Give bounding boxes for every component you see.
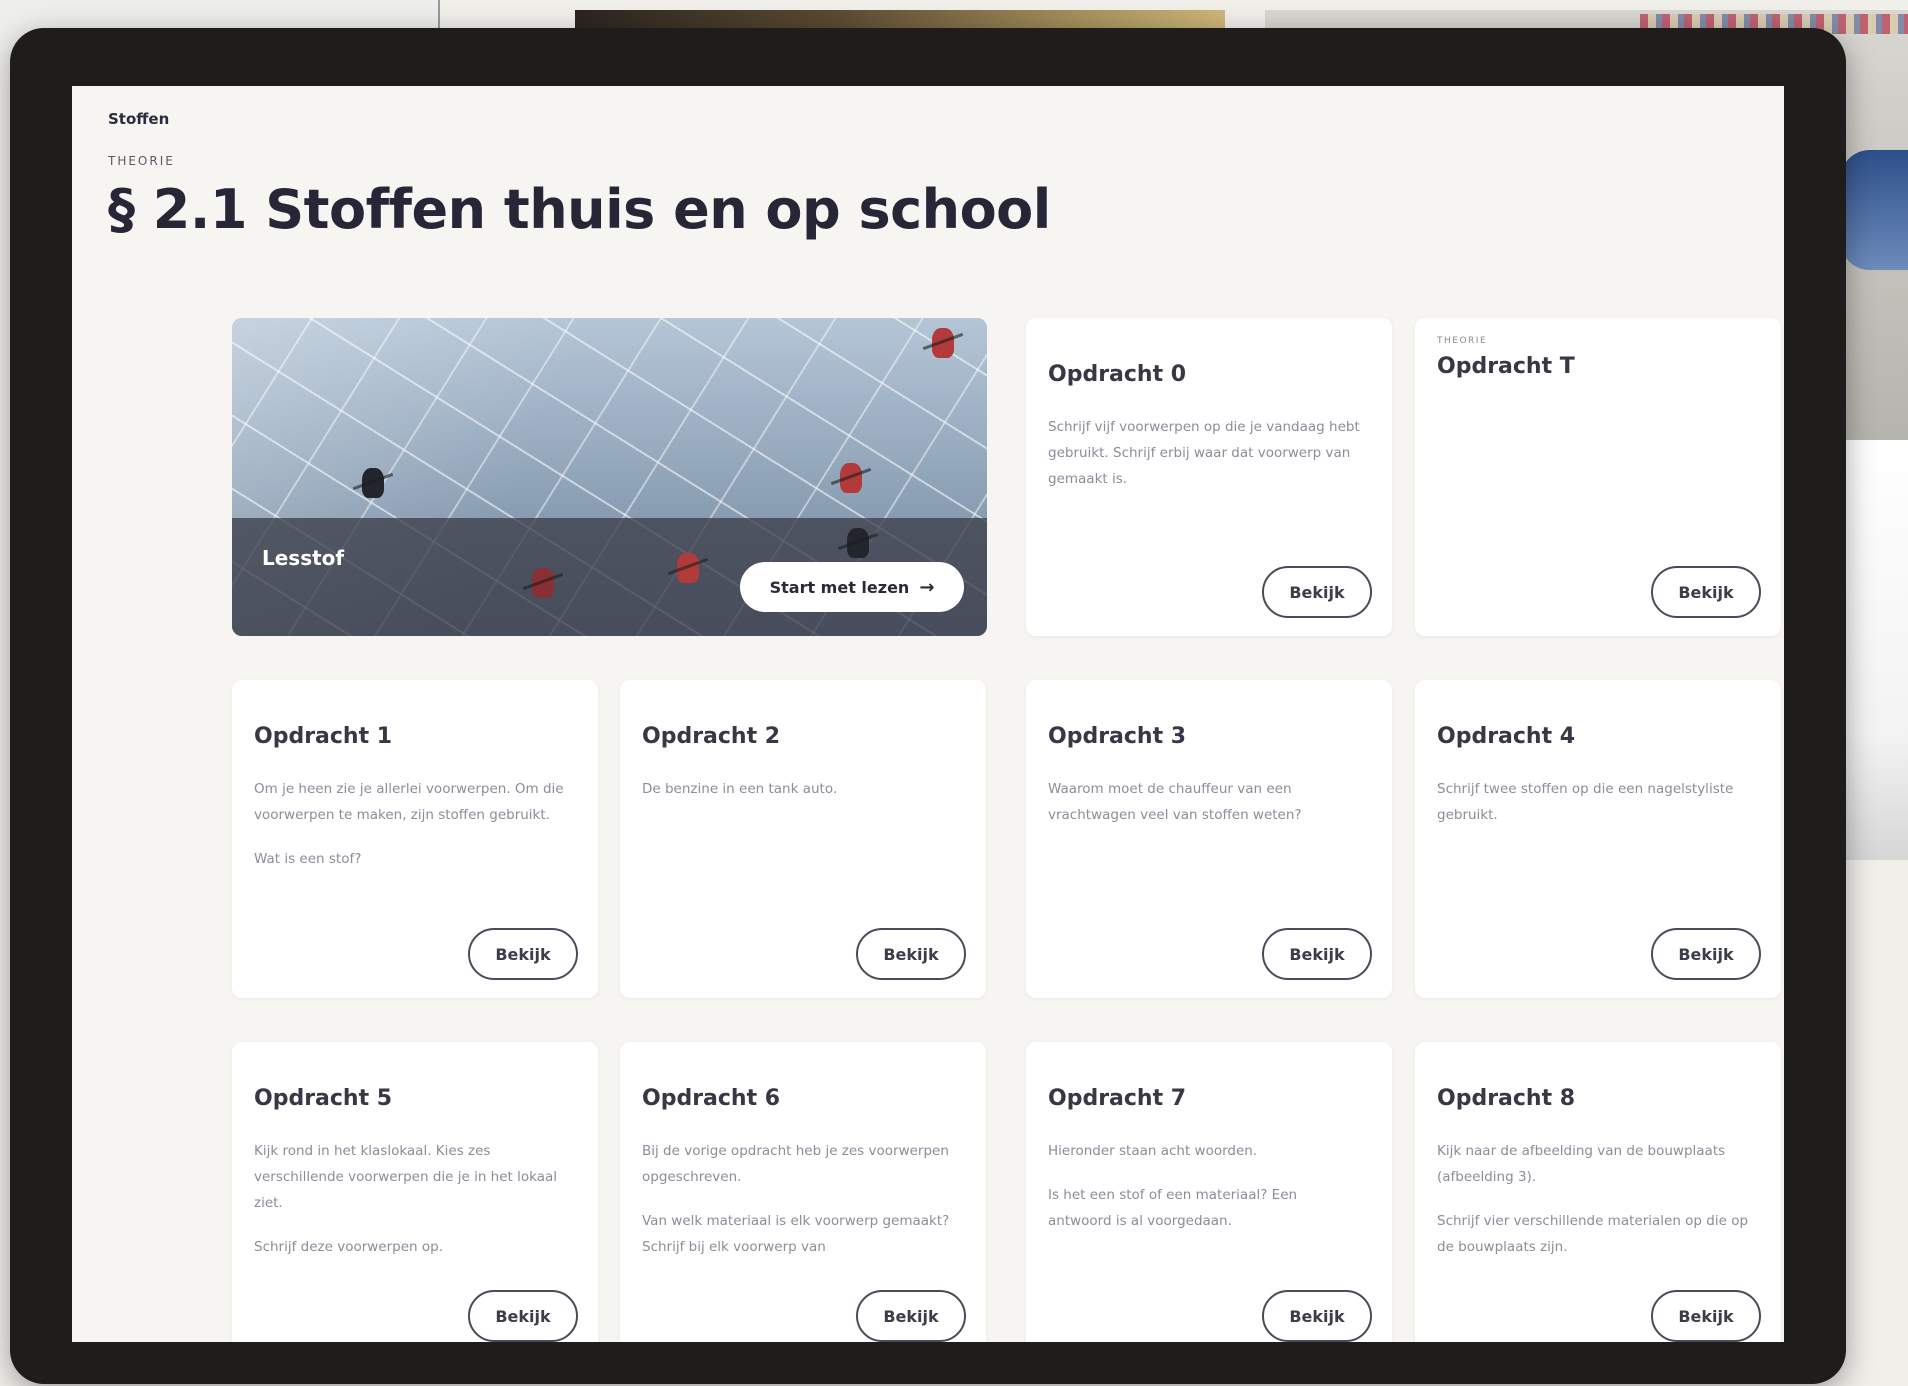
card-title: Opdracht 3 — [1048, 724, 1187, 749]
tablet-screen: Stoffen THEORIE § 2.1 Stoffen thuis en o… — [72, 86, 1784, 1342]
card-title: Opdracht 5 — [254, 1086, 393, 1111]
card-title: Opdracht 8 — [1437, 1086, 1576, 1111]
opdracht-card[interactable]: Opdracht 8 Kijk naar de afbeelding van d… — [1415, 1042, 1781, 1342]
bekijk-button[interactable]: Bekijk — [856, 1290, 966, 1342]
card-title: Opdracht 1 — [254, 724, 393, 749]
card-paragraph: Schrijf twee stoffen op die een nagelsty… — [1437, 781, 1734, 823]
bekijk-button[interactable]: Bekijk — [1651, 928, 1761, 980]
bekijk-button[interactable]: Bekijk — [468, 1290, 578, 1342]
card-description: De benzine in een tank auto. — [642, 776, 957, 820]
opdracht-card[interactable]: Opdracht 6 Bij de vorige opdracht heb je… — [620, 1042, 986, 1342]
breadcrumb[interactable]: Stoffen — [108, 110, 169, 128]
opdracht-card[interactable]: THEORIE Opdracht T Bekijk — [1415, 318, 1781, 636]
card-description: Kijk naar de afbeelding van de bouwplaat… — [1437, 1138, 1752, 1278]
card-title: Opdracht 6 — [642, 1086, 781, 1111]
bekijk-button[interactable]: Bekijk — [1262, 928, 1372, 980]
bekijk-button[interactable]: Bekijk — [1262, 1290, 1372, 1342]
card-title: Opdracht T — [1437, 354, 1575, 379]
card-description: Schrijf vijf voorwerpen op die je vandaa… — [1048, 414, 1363, 510]
hero-image-climber — [847, 528, 869, 558]
card-paragraph: Bij de vorige opdracht heb je zes voorwe… — [642, 1143, 949, 1185]
opdracht-card[interactable]: Opdracht 3 Waarom moet de chauffeur van … — [1026, 680, 1392, 998]
bekijk-button[interactable]: Bekijk — [1262, 566, 1372, 618]
card-paragraph: Schrijf vier verschillende materialen op… — [1437, 1213, 1749, 1255]
hero-image-climber — [677, 553, 699, 583]
card-description: Hieronder staan acht woorden. Is het een… — [1048, 1138, 1363, 1252]
card-description: Waarom moet de chauffeur van een vrachtw… — [1048, 776, 1363, 846]
background-object — [1840, 150, 1908, 270]
lesstof-card[interactable]: Lesstof Start met lezen → — [232, 318, 987, 636]
page-title: § 2.1 Stoffen thuis en op school — [108, 178, 1051, 241]
opdracht-card[interactable]: Opdracht 4 Schrijf twee stoffen op die e… — [1415, 680, 1781, 998]
card-paragraph: De benzine in een tank auto. — [642, 781, 838, 797]
bekijk-button[interactable]: Bekijk — [1651, 566, 1761, 618]
tablet-device: Stoffen THEORIE § 2.1 Stoffen thuis en o… — [10, 28, 1846, 1384]
card-paragraph: Kijk rond in het klaslokaal. Kies zes ve… — [254, 1143, 558, 1211]
hero-image-climber — [840, 463, 862, 493]
card-paragraph: Wat is een stof? — [254, 851, 362, 867]
start-reading-button[interactable]: Start met lezen → — [740, 562, 964, 612]
card-title: Opdracht 7 — [1048, 1086, 1187, 1111]
hero-image-climber — [532, 568, 554, 598]
hero-label: Lesstof — [262, 546, 345, 570]
card-title: Opdracht 0 — [1048, 362, 1187, 387]
card-title: Opdracht 2 — [642, 724, 781, 749]
card-description: Kijk rond in het klaslokaal. Kies zes ve… — [254, 1138, 569, 1278]
section-kicker: THEORIE — [108, 154, 175, 168]
start-reading-label: Start met lezen — [769, 577, 910, 597]
bekijk-button[interactable]: Bekijk — [468, 928, 578, 980]
card-paragraph: Om je heen zie je allerlei voorwerpen. O… — [254, 781, 564, 823]
card-paragraph: Van welk materiaal is elk voorwerp gemaa… — [642, 1213, 950, 1255]
bekijk-button[interactable]: Bekijk — [856, 928, 966, 980]
card-paragraph: Waarom moet de chauffeur van een vrachtw… — [1048, 781, 1302, 823]
hero-image-climber — [932, 328, 954, 358]
card-description: Om je heen zie je allerlei voorwerpen. O… — [254, 776, 569, 890]
card-paragraph: Schrijf vijf voorwerpen op die je vandaa… — [1048, 419, 1360, 487]
card-kicker: THEORIE — [1437, 336, 1488, 346]
opdracht-card[interactable]: Opdracht 0 Schrijf vijf voorwerpen op di… — [1026, 318, 1392, 636]
card-description: Schrijf twee stoffen op die een nagelsty… — [1437, 776, 1752, 846]
opdracht-card[interactable]: Opdracht 5 Kijk rond in het klaslokaal. … — [232, 1042, 598, 1342]
opdracht-card[interactable]: Opdracht 2 De benzine in een tank auto. … — [620, 680, 986, 998]
opdracht-card[interactable]: Opdracht 7 Hieronder staan acht woorden.… — [1026, 1042, 1392, 1342]
card-paragraph: Is het een stof of een materiaal? Een an… — [1048, 1187, 1298, 1229]
bekijk-button[interactable]: Bekijk — [1651, 1290, 1761, 1342]
card-paragraph: Hieronder staan acht woorden. — [1048, 1143, 1258, 1159]
arrow-right-icon: → — [919, 576, 935, 598]
card-description: Bij de vorige opdracht heb je zes voorwe… — [642, 1138, 957, 1278]
hero-image-climber — [362, 468, 384, 498]
card-paragraph: Schrijf deze voorwerpen op. — [254, 1239, 443, 1255]
card-title: Opdracht 4 — [1437, 724, 1576, 749]
opdracht-card[interactable]: Opdracht 1 Om je heen zie je allerlei vo… — [232, 680, 598, 998]
card-paragraph: Kijk naar de afbeelding van de bouwplaat… — [1437, 1143, 1726, 1185]
